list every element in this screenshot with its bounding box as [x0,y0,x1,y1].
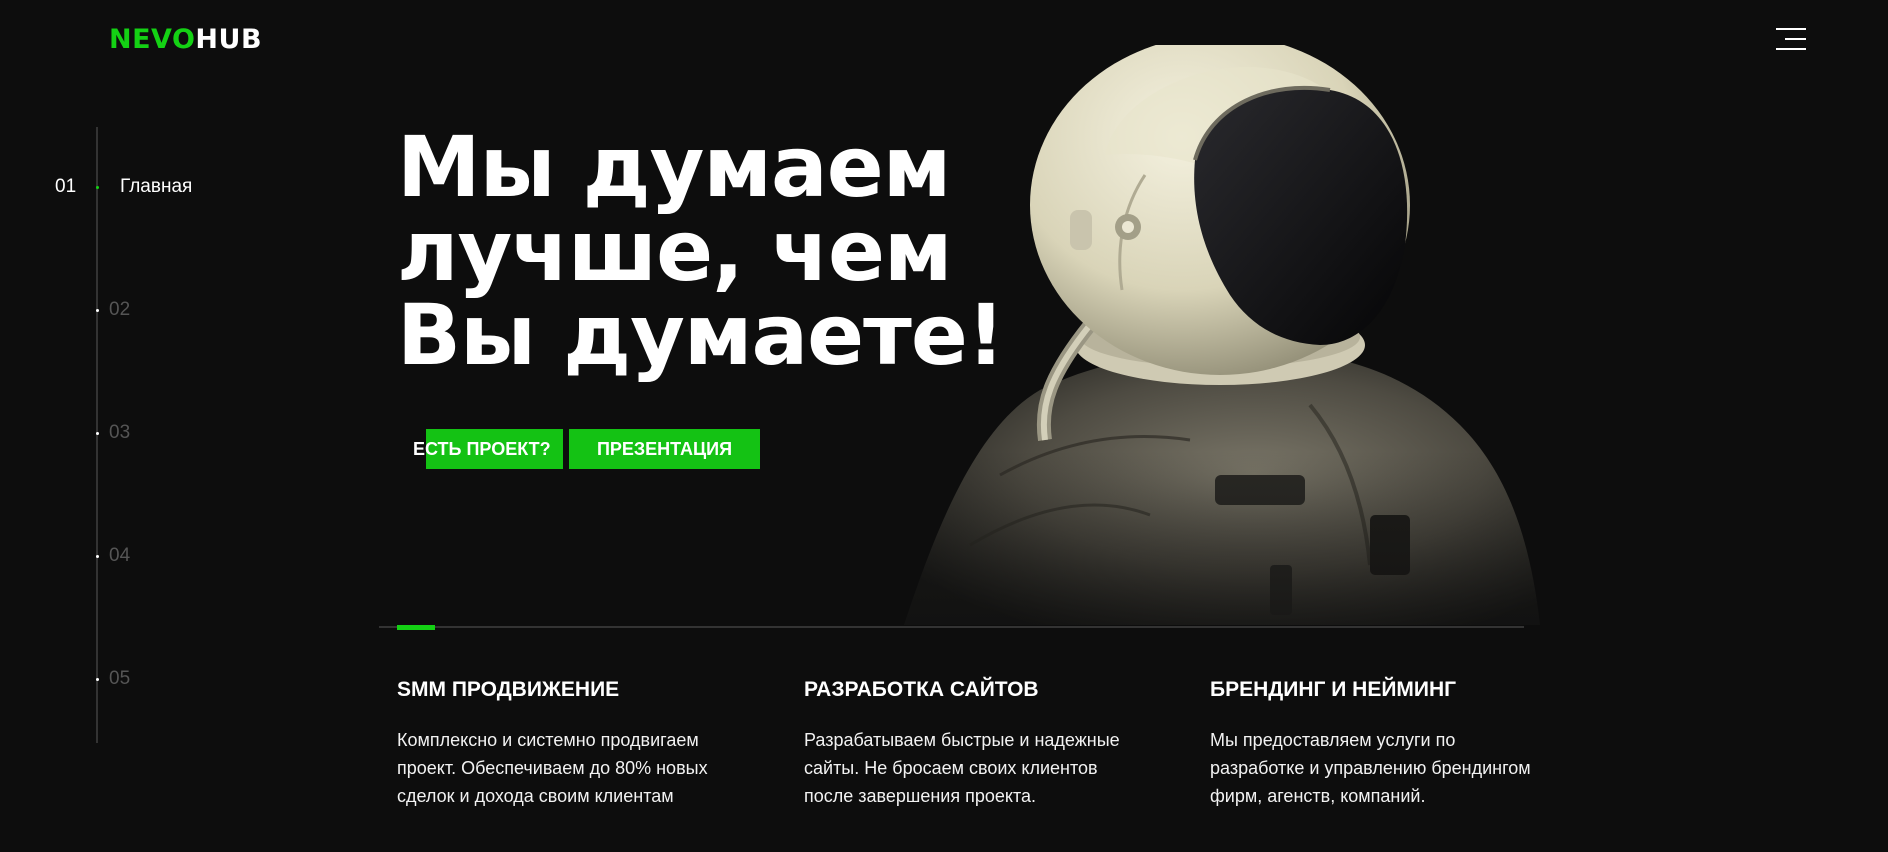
service-title: SMM ПРОДВИЖЕНИЕ [397,678,620,701]
service-card-smm: SMM ПРОДВИЖЕНИЕ Комплексно и системно пр… [397,676,777,810]
section-label: Главная [120,176,193,197]
presentation-button[interactable]: ПРЕЗЕНТАЦИЯ [569,429,760,469]
project-button[interactable]: ЕСТЬ ПРОЕКТ? [413,429,551,469]
service-description: Комплексно и системно продвигаем проект.… [397,730,708,806]
section-number: 03 [109,422,131,443]
logo[interactable]: NEVOHUB [109,24,262,56]
service-card-branding: БРЕНДИНГ И НЕЙМИНГ Мы предоставляем услу… [1210,676,1590,810]
service-description: Мы предоставляем услуги по разработке и … [1210,730,1531,806]
hero-headline: Мы думаем лучше, чем Вы думаете! [397,118,1005,384]
section-dot [96,432,99,435]
section-divider [379,626,1524,628]
section-number: 05 [109,668,131,689]
section-dot [96,186,99,189]
service-description: Разрабатываем быстрые и надежные сайты. … [804,730,1120,806]
headline-line: лучше, чем [397,202,953,300]
hamburger-menu-icon[interactable] [1776,28,1806,50]
section-number: 02 [109,299,131,320]
service-title: БРЕНДИНГ И НЕЙМИНГ [1210,678,1457,701]
service-card-web: РАЗРАБОТКА САЙТОВ Разрабатываем быстрые … [804,676,1184,810]
section-dot [96,678,99,681]
divider-accent [397,625,435,630]
headline-line: Мы думаем [397,118,951,216]
headline-line: Вы думаете! [397,286,1005,384]
logo-part-nevo: NEVO [109,24,196,55]
section-rail [96,127,98,743]
logo-part-hub: HUB [195,24,263,55]
section-number: 04 [109,545,131,566]
section-dot [96,309,99,312]
service-title: РАЗРАБОТКА САЙТОВ [804,678,1039,701]
section-dot [96,555,99,558]
section-number: 01 [55,176,77,197]
